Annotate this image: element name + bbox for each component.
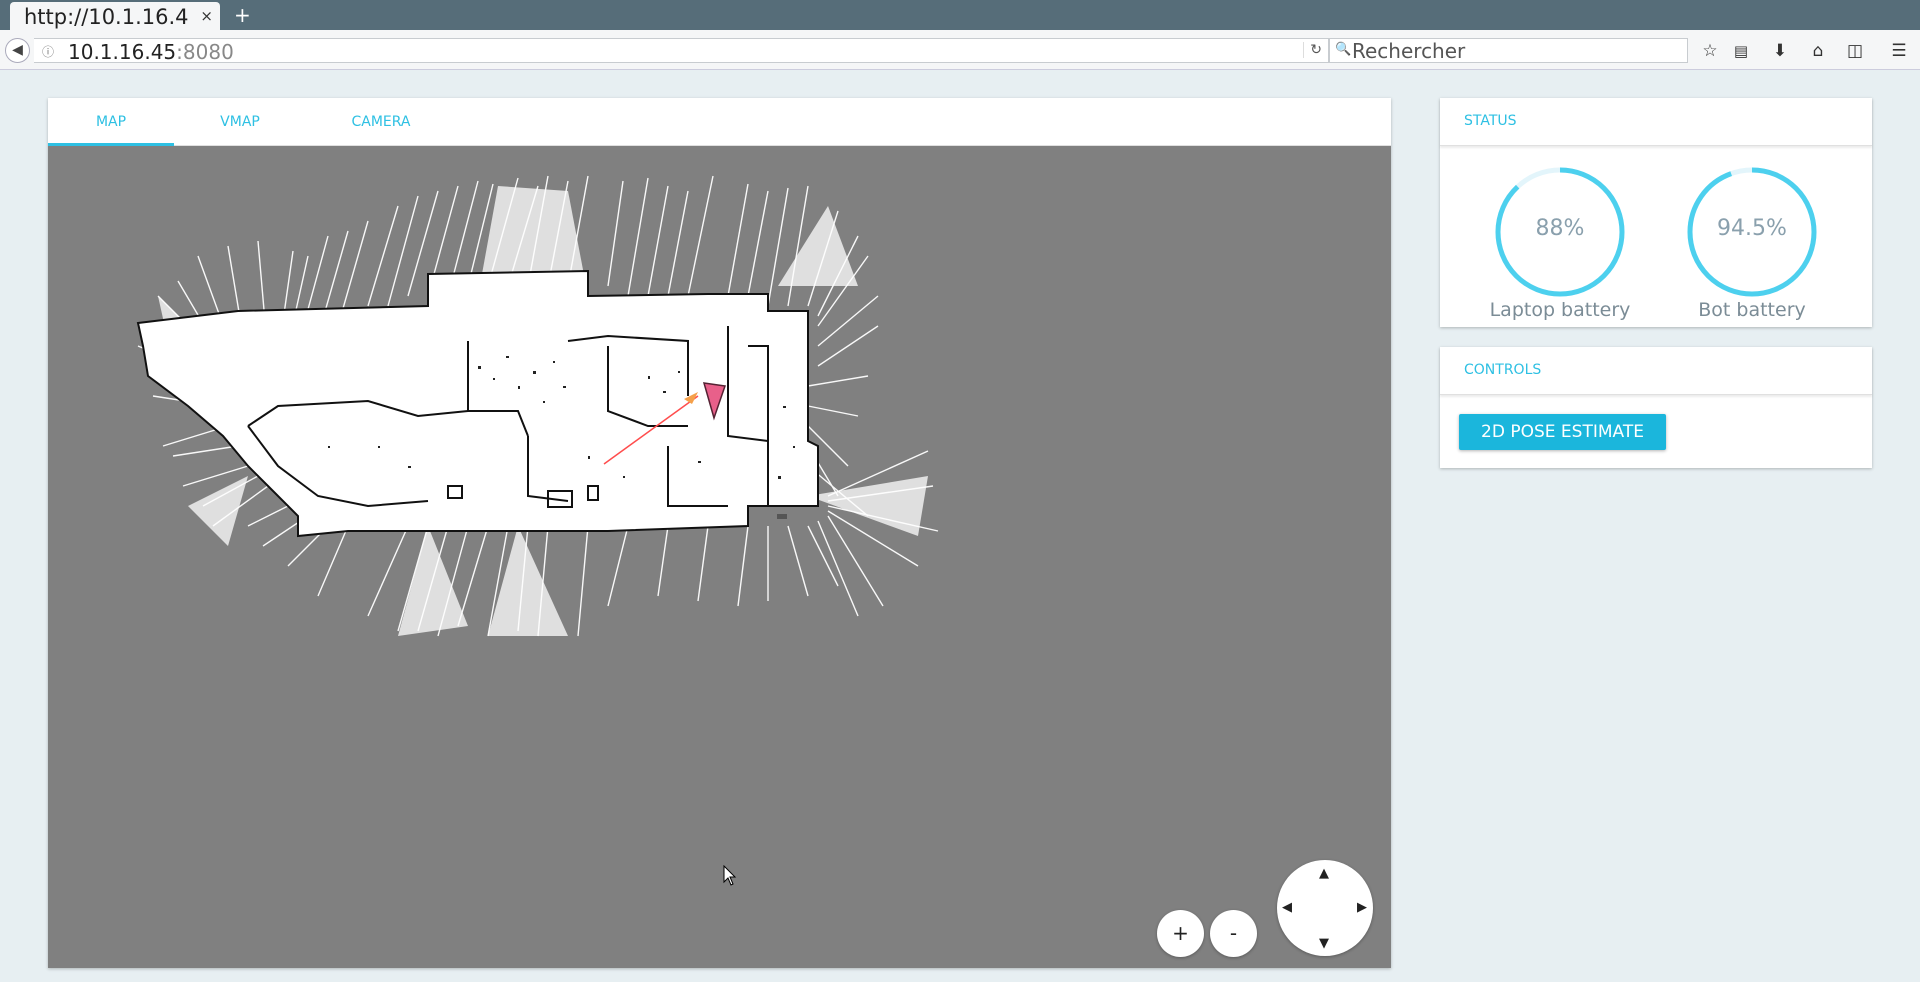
pan-left-icon[interactable]: ◀ — [1282, 900, 1292, 915]
reader-list-icon[interactable]: ▤ — [1728, 38, 1754, 64]
bot-battery-label: Bot battery — [1698, 299, 1806, 321]
status-title: STATUS — [1464, 113, 1517, 129]
search-bar[interactable]: 🔍 — [1329, 38, 1688, 63]
home-icon[interactable]: ⌂ — [1805, 38, 1831, 64]
new-tab-button[interactable]: + — [234, 3, 251, 27]
download-icon[interactable]: ⬇ — [1767, 38, 1793, 64]
info-icon[interactable]: ⓘ — [42, 43, 54, 60]
reload-icon[interactable]: ↻ — [1303, 42, 1322, 58]
laptop-battery-gauge: 88% — [1494, 166, 1626, 298]
browser-tab-title: http://10.1.16.4 — [24, 5, 189, 29]
zoom-out-button[interactable]: - — [1210, 910, 1257, 957]
search-input[interactable] — [1352, 39, 1682, 62]
occupancy-map[interactable]: + - ▲ ▼ ◀ ▶ — [48, 146, 1391, 968]
url-port: :8080 — [176, 40, 234, 64]
bookmark-star-icon[interactable]: ☆ — [1697, 38, 1723, 64]
close-tab-icon[interactable]: × — [200, 7, 213, 25]
controls-title: CONTROLS — [1464, 362, 1542, 378]
laptop-battery-label: Laptop battery — [1489, 299, 1631, 321]
map-obstacle — [777, 514, 787, 519]
bot-battery-gauge: 94.5% — [1686, 166, 1818, 298]
status-card: STATUS 88% Laptop battery 94.5% Bot batt… — [1440, 98, 1872, 327]
laptop-battery-value: 88% — [1535, 216, 1585, 241]
map-canvas[interactable] — [48, 146, 1391, 968]
mouse-cursor-icon — [723, 865, 737, 886]
search-icon: 🔍 — [1335, 42, 1352, 57]
browser-tabstrip: http://10.1.16.4 × + — [0, 0, 1920, 32]
status-header: STATUS — [1440, 98, 1872, 146]
url-host: 10.1.16.45 — [68, 40, 177, 64]
menu-icon[interactable]: ☰ — [1886, 38, 1912, 64]
pocket-icon[interactable]: ◫ — [1842, 38, 1868, 64]
view-tabs: MAP VMAP CAMERA — [48, 98, 1391, 146]
pose-estimate-button[interactable]: 2D POSE ESTIMATE — [1459, 414, 1666, 450]
tab-camera[interactable]: CAMERA — [306, 98, 456, 146]
pan-right-icon[interactable]: ▶ — [1357, 900, 1367, 915]
tab-map[interactable]: MAP — [48, 98, 174, 146]
tab-vmap[interactable]: VMAP — [174, 98, 306, 146]
zoom-in-button[interactable]: + — [1157, 910, 1204, 957]
pan-up-icon[interactable]: ▲ — [1319, 866, 1329, 881]
controls-card: CONTROLS 2D POSE ESTIMATE — [1440, 347, 1872, 468]
pan-dpad: ▲ ▼ ◀ ▶ — [1277, 860, 1373, 956]
url-text: 10.1.16.45:8080 — [68, 40, 234, 64]
pan-down-icon[interactable]: ▼ — [1319, 936, 1329, 951]
back-arrow-icon[interactable]: ◀ — [5, 38, 30, 63]
browser-tab[interactable]: http://10.1.16.4 × — [10, 2, 220, 32]
controls-header: CONTROLS — [1440, 347, 1872, 395]
bot-battery-value: 94.5% — [1717, 216, 1787, 241]
url-bar[interactable]: ⓘ 10.1.16.45:8080 ↻ — [34, 38, 1329, 64]
browser-navbar: ◀ ⓘ 10.1.16.45:8080 ↻ 🔍 ☆ ▤ ⬇ ⌂ ◫ ☰ — [0, 30, 1920, 70]
map-card: MAP VMAP CAMERA + - ▲ ▼ ◀ ▶ — [48, 98, 1391, 968]
